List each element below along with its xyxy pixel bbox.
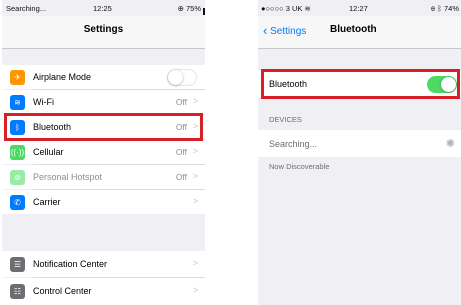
device-searching-row: Searching... ✺ — [258, 130, 461, 157]
chevron-right-icon: > — [192, 285, 198, 295]
devices-section-header: DEVICES — [269, 115, 302, 124]
notification-icon: ☰ — [10, 256, 25, 272]
chevron-right-icon: > — [192, 96, 198, 106]
personal-hotspot-value: Off — [175, 172, 187, 182]
airplane-icon: ✈ — [10, 69, 25, 85]
battery-percent: 75% — [185, 4, 201, 13]
wifi-label: Wi-Fi — [33, 97, 54, 107]
carrier-text: Searching... — [6, 4, 47, 13]
chevron-right-icon: > — [192, 171, 198, 181]
bluetooth-screen: ●○○○○ 3 UK ≋ 12:27 ⊕ ᛒ 74% ‹ Settings Bl… — [258, 0, 461, 305]
battery-indicator: ⊕ ᛒ 74% — [431, 4, 459, 13]
bluetooth-highlight — [261, 69, 460, 99]
personal-hotspot-row[interactable]: ⊚ Personal Hotspot Off > — [2, 165, 205, 189]
cellular-value: Off — [175, 147, 187, 157]
chevron-left-icon: ‹ — [263, 23, 268, 38]
clock: 12:27 — [349, 4, 368, 13]
toggle-knob — [168, 69, 183, 85]
bluetooth-highlight — [4, 113, 203, 141]
searching-label: Searching... — [269, 139, 318, 149]
control-center-icon: ☷ — [10, 283, 25, 299]
nav-bar: Settings — [2, 16, 205, 49]
battery-icon — [203, 8, 205, 15]
page-title: Bluetooth — [330, 24, 377, 35]
wifi-value: Off — [175, 97, 187, 107]
spinner-icon: ✺ — [445, 138, 455, 150]
cellular-icon: ((·)) — [10, 144, 25, 160]
airplane-mode-toggle[interactable] — [167, 68, 197, 86]
phone-icon: ✆ — [10, 194, 25, 210]
cellular-label: Cellular — [33, 147, 64, 157]
status-bar: ●○○○○ 3 UK ≋ 12:27 ⊕ ᛒ 74% — [258, 0, 461, 16]
battery-percent: 74% — [443, 4, 459, 13]
wifi-row[interactable]: ≋ Wi-Fi Off > — [2, 90, 205, 114]
back-button[interactable]: ‹ Settings — [263, 23, 306, 38]
signal-carrier: ●○○○○ 3 UK — [261, 4, 303, 13]
chevron-right-icon: > — [192, 258, 198, 268]
battery-indicator: ⊕ 75% — [177, 4, 205, 15]
airplane-mode-row[interactable]: ✈ Airplane Mode — [2, 65, 205, 89]
alarm-icon: ⊕ — [177, 4, 186, 13]
nav-bar: ‹ Settings Bluetooth — [258, 16, 461, 49]
clock: 12:25 — [93, 4, 112, 13]
hotspot-icon: ⊚ — [10, 169, 25, 185]
carrier-text: ●○○○○ 3 UK ≋ — [261, 4, 311, 13]
wifi-icon: ≋ — [10, 94, 25, 110]
personal-hotspot-label: Personal Hotspot — [33, 172, 103, 182]
chevron-right-icon: > — [192, 146, 198, 156]
settings-screen: Searching... 12:25 ⊕ 75% Settings ✈ Airp… — [2, 0, 205, 305]
carrier-label: Carrier — [33, 197, 61, 207]
notification-center-row[interactable]: ☰ Notification Center > — [2, 251, 205, 277]
back-label: Settings — [270, 26, 307, 37]
chevron-right-icon: > — [192, 196, 198, 206]
control-center-label: Control Center — [33, 286, 92, 296]
bluetooth-status-icon: ᛒ — [437, 4, 444, 13]
carrier-row[interactable]: ✆ Carrier > — [2, 190, 205, 214]
discoverable-text: Now Discoverable — [269, 162, 330, 171]
airplane-mode-label: Airplane Mode — [33, 72, 92, 82]
notification-center-label: Notification Center — [33, 259, 108, 269]
page-title: Settings — [83, 24, 124, 35]
status-bar: Searching... 12:25 ⊕ 75% — [2, 0, 205, 16]
control-center-row[interactable]: ☷ Control Center > — [2, 278, 205, 305]
wifi-status-icon: ≋ — [302, 4, 311, 13]
cellular-row[interactable]: ((·)) Cellular Off > — [2, 140, 205, 164]
